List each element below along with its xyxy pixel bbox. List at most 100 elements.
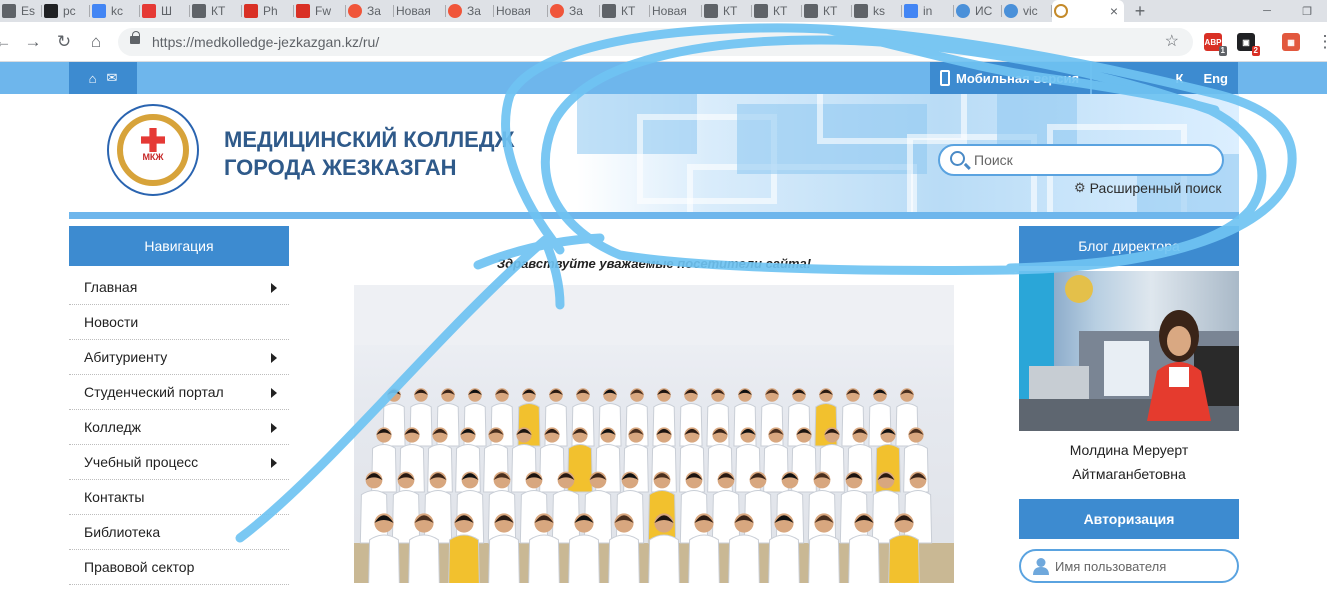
document-icon xyxy=(804,4,818,18)
address-bar[interactable]: https://medkolledge-jezkazgan.kz/ru/ ☆ xyxy=(118,28,1193,56)
browser-tab[interactable]: За xyxy=(346,0,394,22)
forward-icon[interactable]: → xyxy=(20,29,46,55)
browser-tab[interactable]: × xyxy=(1052,0,1124,22)
colorful-flag-icon xyxy=(142,4,156,18)
browser-tab[interactable]: КТ xyxy=(752,0,802,22)
site-home-icon[interactable]: ⌂ xyxy=(89,71,97,86)
submenu-arrow-icon xyxy=(271,283,277,293)
nav-item[interactable]: Правовой сектор xyxy=(69,550,289,585)
extension-icon[interactable]: ▣ 2 xyxy=(1237,33,1260,56)
browser-tab[interactable]: Es xyxy=(0,0,42,22)
nav-item-label: Новости xyxy=(84,314,139,330)
browser-tab[interactable]: Новая xyxy=(650,0,702,22)
minimize-window-icon[interactable]: ─ xyxy=(1247,0,1287,22)
nav-item-label: Контакты xyxy=(84,489,145,505)
browser-tab[interactable]: КТ xyxy=(600,0,650,22)
browser-tab[interactable]: ks xyxy=(852,0,902,22)
mail-icon[interactable]: ✉ xyxy=(106,70,117,86)
reload-icon[interactable]: ↻ xyxy=(51,29,77,55)
site-title-line1: МЕДИЦИНСКИЙ КОЛЛЕДЖ xyxy=(224,127,515,152)
mobile-version-link[interactable]: Мобильная версия xyxy=(930,62,1090,94)
advanced-search-link[interactable]: ⚙ Расширенный поиск xyxy=(1074,180,1222,196)
username-box xyxy=(1019,549,1239,583)
lang-eng-link[interactable]: Eng xyxy=(1203,71,1228,86)
github-icon xyxy=(44,4,58,18)
browser-tab[interactable]: in xyxy=(902,0,954,22)
close-tab-icon[interactable]: × xyxy=(1110,3,1118,19)
nav-item[interactable]: Новости xyxy=(69,305,289,340)
browser-tab[interactable]: pc xyxy=(42,0,90,22)
document-icon xyxy=(704,4,718,18)
nav-item[interactable]: Главная xyxy=(69,270,289,305)
submenu-arrow-icon xyxy=(271,423,277,433)
browser-tab[interactable]: За xyxy=(446,0,494,22)
site-title-line2: ГОРОДА ЖЕЗКАЗГАН xyxy=(224,155,457,180)
nav-item-label: Правовой сектор xyxy=(84,559,195,575)
nav-item[interactable]: Абитуриенту xyxy=(69,340,289,375)
browser-tab-title: Ш xyxy=(161,4,172,18)
submenu-arrow-icon xyxy=(271,353,277,363)
nav-item[interactable]: Колледж xyxy=(69,410,289,445)
browser-tab-title: vic xyxy=(1023,4,1038,18)
site-title[interactable]: МЕДИЦИНСКИЙ КОЛЛЕДЖ ГОРОДА ЖЕЗКАЗГАН xyxy=(224,126,514,182)
browser-tab-title: kc xyxy=(111,4,123,18)
browser-tab[interactable]: За xyxy=(548,0,600,22)
home-icon[interactable]: ⌂ xyxy=(83,29,109,55)
browser-tab-title: КТ xyxy=(621,4,636,18)
browser-tab-title: pc xyxy=(63,4,76,18)
quick-links: ⌂ ✉ xyxy=(69,62,137,94)
staff-group-photo xyxy=(354,285,954,583)
browser-tab[interactable]: КТ xyxy=(802,0,852,22)
browser-tab[interactable]: kc xyxy=(90,0,140,22)
browser-tab-title: Новая xyxy=(396,4,431,18)
lang-kaz-link[interactable]: К xyxy=(1176,71,1184,86)
document-icon xyxy=(192,4,206,18)
logo-abbreviation: МКЖ xyxy=(142,152,164,162)
browser-menu-icon[interactable]: ⋮ xyxy=(1312,29,1327,55)
nav-item[interactable]: Библиотека xyxy=(69,515,289,550)
browser-tab[interactable]: vic xyxy=(1002,0,1052,22)
bookmark-star-icon[interactable]: ☆ xyxy=(1165,31,1179,51)
adblock-icon[interactable]: ABP 1 xyxy=(1204,33,1227,56)
nav-item-label: Абитуриенту xyxy=(84,349,168,365)
header-underline xyxy=(69,212,1239,219)
google-icon xyxy=(904,4,918,18)
blank-page-icon xyxy=(2,4,16,18)
document-icon xyxy=(754,4,768,18)
browser-tab[interactable]: Ш xyxy=(140,0,190,22)
browser-tab[interactable]: Новая xyxy=(394,0,446,22)
browser-tab[interactable]: Новая xyxy=(494,0,548,22)
browser-tab[interactable]: Ph xyxy=(242,0,294,22)
director-blog-header[interactable]: Блог директора xyxy=(1019,226,1239,266)
extension-grid-icon[interactable]: ▦ xyxy=(1282,33,1300,51)
back-icon[interactable]: ← xyxy=(0,29,16,55)
search-icon[interactable] xyxy=(950,151,965,166)
red-circle-icon xyxy=(550,4,564,18)
submenu-arrow-icon xyxy=(271,388,277,398)
browser-tab-title: Fw xyxy=(315,4,331,18)
browser-tab[interactable]: Fw xyxy=(294,0,346,22)
nav-item[interactable]: Студенческий портал xyxy=(69,375,289,410)
browser-tab-title: Es xyxy=(21,4,36,18)
search-input[interactable] xyxy=(974,150,1214,170)
browser-tab-title: За xyxy=(367,4,381,18)
director-name[interactable]: Молдина Меруерт Айтмаганбетовна xyxy=(1019,438,1239,486)
browser-tab[interactable]: ИС xyxy=(954,0,1002,22)
director-name-line2: Айтмаганбетовна xyxy=(1072,466,1186,482)
new-tab-button[interactable]: + xyxy=(1128,1,1152,22)
nav-item-label: Учебный процесс xyxy=(84,454,199,470)
browser-tab[interactable]: КТ xyxy=(702,0,752,22)
college-logo[interactable]: МКЖ xyxy=(107,104,199,196)
director-photo[interactable] xyxy=(1019,271,1239,431)
url-text[interactable]: https://medkolledge-jezkazgan.kz/ru/ xyxy=(152,34,379,50)
gmail-icon xyxy=(296,4,310,18)
browser-tab[interactable]: КТ xyxy=(190,0,242,22)
nav-item-label: Колледж xyxy=(84,419,141,435)
nav-item[interactable]: Учебный процесс xyxy=(69,445,289,480)
browser-tab-title: КТ xyxy=(773,4,788,18)
nav-item-label: Главная xyxy=(84,279,138,295)
college-favicon-icon xyxy=(1054,4,1068,18)
username-input[interactable] xyxy=(1055,557,1230,575)
maximize-window-icon[interactable]: ❐ xyxy=(1287,0,1327,22)
nav-item[interactable]: Контакты xyxy=(69,480,289,515)
